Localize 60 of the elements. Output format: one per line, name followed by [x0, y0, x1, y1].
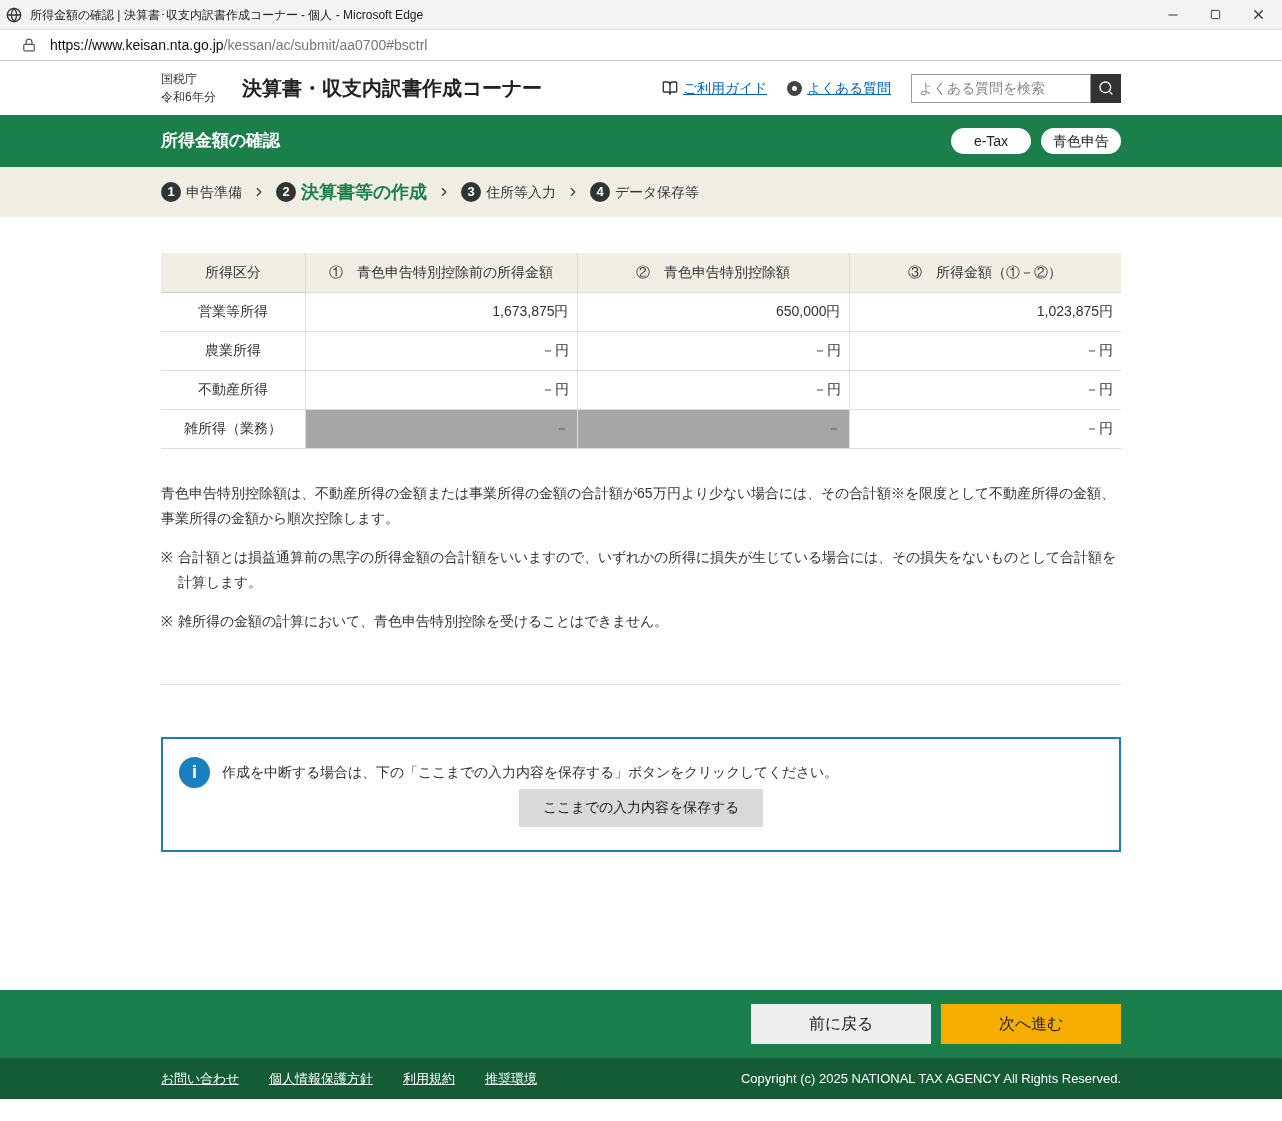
table-cell: 1,673,875円 — [305, 292, 577, 331]
footer-link[interactable]: 個人情報保護方針 — [269, 1068, 373, 1089]
info-message: 作成を中断する場合は、下の「ここまでの入力内容を保存する」ボタンをクリックしてください。 — [222, 762, 838, 782]
footer-link[interactable]: 推奨環境 — [485, 1068, 537, 1089]
note-paragraph: 青色申告特別控除額は、不動産所得の金額または事業所得の金額の合計額が65万円より少ない場合には、その合計額※を限度として不動産所得の金額、事業所得の金額から順次控除します。 — [161, 483, 1116, 528]
table-cell: － — [577, 409, 849, 448]
table-cell: －円 — [305, 370, 577, 409]
book-icon — [662, 80, 678, 96]
info-icon: i — [179, 756, 210, 788]
note-text: 合計額とは損益通算前の黒字の所得金額の合計額をいいますので、いずれかの所得に損失が生じている場合には、その損失をないものとして合計額を計算します。 — [178, 547, 1117, 592]
table-cell: －円 — [849, 409, 1121, 448]
lock-icon — [22, 38, 36, 52]
column-header: ① 青色申告特別控除前の所得金額 — [305, 253, 577, 292]
mode-badge: e-Tax — [951, 128, 1031, 154]
note-mark: ※ — [161, 547, 174, 567]
maximize-icon[interactable] — [1210, 9, 1221, 20]
table-cell: －円 — [577, 331, 849, 370]
step-number: 1 — [161, 182, 181, 202]
mode-badge: 青色申告 — [1041, 128, 1121, 154]
search-button[interactable] — [1091, 73, 1121, 103]
search-field[interactable]: よくある質問を検索 — [911, 73, 1091, 103]
row-label: 農業所得 — [161, 331, 305, 370]
table-cell: 650,000円 — [577, 292, 849, 331]
site-title: 決算書・収支内訳書作成コーナー — [241, 76, 542, 101]
step-label: 住所等入力 — [486, 182, 556, 202]
step-number: 3 — [461, 182, 481, 202]
step-label: 申告準備 — [186, 182, 242, 202]
note-text: 雑所得の金額の計算において、青色申告特別控除を受けることはできません。 — [178, 611, 668, 631]
table-cell: －円 — [849, 370, 1121, 409]
table-cell: －円 — [849, 331, 1121, 370]
tax-year: 令和6年分 — [161, 89, 216, 106]
footer-link[interactable]: お問い合わせ — [161, 1068, 239, 1089]
row-label: 不動産所得 — [161, 370, 305, 409]
copyright-text: Copyright (c) 2025 NATIONAL TAX AGENCY All Rights Reserved. — [740, 1069, 1121, 1088]
column-header: ② 青色申告特別控除額 — [577, 253, 849, 292]
page-title: 所得金額の確認 — [161, 130, 280, 153]
next-button[interactable]: 次へ進む — [941, 1004, 1121, 1044]
row-label: 営業等所得 — [161, 292, 305, 331]
table-cell: － — [305, 409, 577, 448]
footer-link[interactable]: 利用規約 — [403, 1068, 455, 1089]
header-link[interactable]: ご利用ガイド — [683, 77, 767, 99]
column-header: ③ 所得金額（①－②） — [849, 253, 1121, 292]
step-number: 4 — [590, 182, 610, 202]
step-label: 決算書等の作成 — [301, 180, 427, 204]
step-number: 2 — [276, 182, 296, 202]
window-title: 所得金額の確認 | 決算書･収支内訳書作成コーナー - 個人 - Microsoft Edge — [30, 6, 424, 24]
note-mark: ※ — [161, 611, 174, 631]
column-header: 所得区分 — [161, 253, 305, 292]
save-progress-button[interactable]: ここまでの入力内容を保存する — [519, 788, 763, 827]
table-cell: 1,023,875円 — [849, 292, 1121, 331]
back-button[interactable]: 前に戻る — [751, 1004, 931, 1044]
header-link[interactable]: よくある質問 — [807, 77, 891, 99]
step-label: データ保存等 — [615, 182, 699, 202]
globe-icon — [6, 6, 22, 23]
search-icon — [1098, 80, 1114, 96]
close-icon[interactable] — [1251, 7, 1266, 22]
url-text: https://www.keisan.nta.go.jp/kessan/ac/submit/aa0700#bsctrl — [50, 35, 428, 55]
table-cell: －円 — [305, 331, 577, 370]
table-cell: －円 — [577, 370, 849, 409]
agency-name: 国税庁 — [161, 71, 198, 88]
